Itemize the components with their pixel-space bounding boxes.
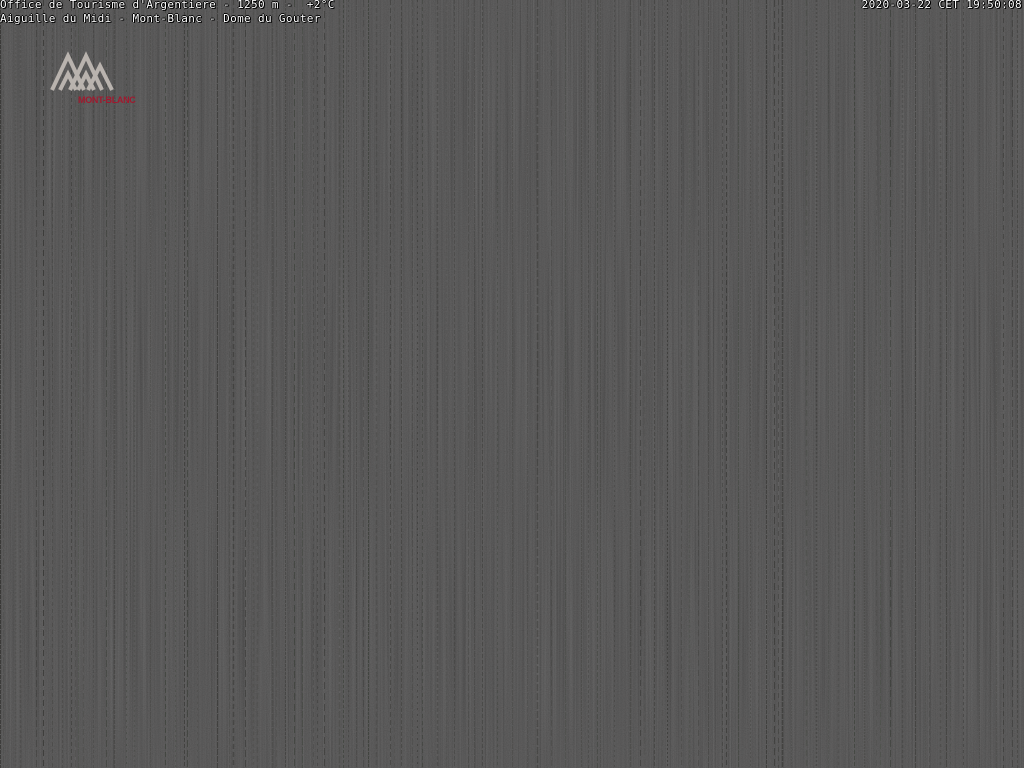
- station-info-text: Office de Tourisme d'Argentiere - 1250 m…: [0, 0, 335, 11]
- timestamp-text: 2020-03-22 CET 19:50:08: [861, 0, 1022, 11]
- mountain-peaks-icon: [50, 51, 114, 91]
- night-noise-image: [0, 0, 1024, 768]
- view-description-text: Aiguille du Midi - Mont-Blanc - Dome du …: [0, 12, 321, 25]
- webcam-frame: Office de Tourisme d'Argentiere - 1250 m…: [0, 0, 1024, 768]
- mont-blanc-logo: MONT-BLANC: [50, 51, 137, 105]
- logo-text: MONT-BLANC: [78, 95, 136, 105]
